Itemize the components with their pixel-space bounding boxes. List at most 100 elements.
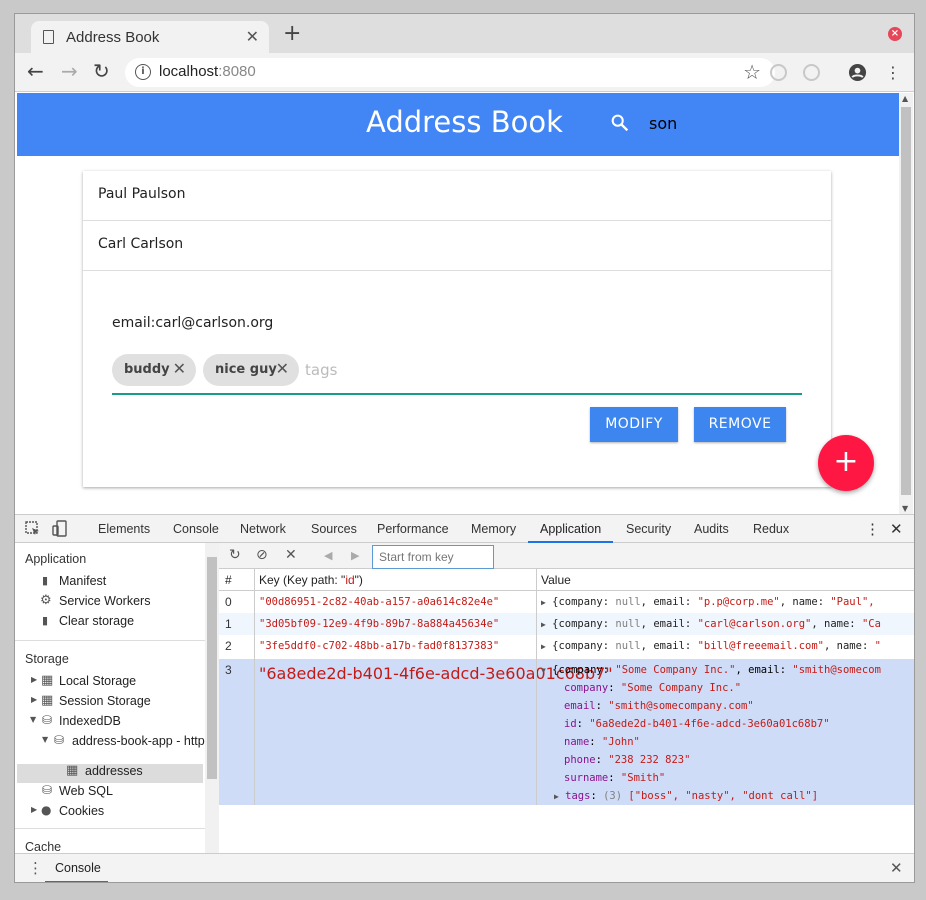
remove-tag-icon[interactable]: ✕ [173, 359, 186, 378]
tab-security[interactable]: Security [626, 522, 671, 536]
close-drawer-icon[interactable]: ✕ [890, 859, 903, 877]
scrollbar-thumb[interactable] [207, 557, 217, 779]
reload-icon[interactable]: ↻ [93, 59, 110, 83]
sidebar-item-indexeddb[interactable]: IndexedDB [59, 714, 121, 728]
app-bar: Address Book son [17, 93, 899, 156]
contact-item[interactable]: Carl Carlson [83, 221, 831, 271]
drawer-tab-console[interactable]: Console [55, 861, 101, 875]
table-row-selected[interactable]: 3 "6a8ede2d-b401-4f6e-adcd-3e60a01c68b7"… [219, 659, 914, 805]
contact-item[interactable]: Paul Paulson [83, 171, 831, 221]
sidebar-item-addresses[interactable]: addresses [85, 764, 143, 778]
table-row[interactable]: 1 "3d05bf09-12e9-4f9b-89b7-8a884a45634e"… [219, 613, 914, 635]
database-icon: ⛁ [54, 733, 65, 747]
sidebar-item-database[interactable]: address-book-app - http: [72, 734, 208, 748]
address-bar[interactable]: i localhost:8080 ☆ [125, 58, 775, 87]
tab-elements[interactable]: Elements [98, 522, 150, 536]
collapse-arrow-icon[interactable]: ▼ [42, 735, 48, 744]
sidebar-item-manifest[interactable]: Manifest [59, 574, 106, 588]
expand-arrow-icon[interactable]: ▶ [31, 695, 37, 704]
tab-sources[interactable]: Sources [311, 522, 357, 536]
tags-input[interactable]: tags [305, 361, 337, 379]
inspect-element-icon[interactable] [25, 521, 41, 537]
sidebar-item-clear-storage[interactable]: Clear storage [59, 614, 134, 628]
tag-chip-label: nice guy [215, 362, 277, 377]
start-from-key-input[interactable]: Start from key [372, 545, 494, 569]
devtools-menu-icon[interactable]: ⋮ [865, 520, 880, 538]
expand-arrow-icon[interactable]: ▶ [31, 805, 37, 814]
section-header: Cache [25, 840, 62, 853]
collapse-arrow-icon[interactable]: ▼ [30, 715, 36, 724]
window-close-button[interactable]: × [888, 27, 902, 41]
drawer-menu-icon[interactable]: ⋮ [28, 859, 43, 877]
tab-network[interactable]: Network [240, 522, 286, 536]
browser-window: Address Book ✕ + × ← → ↻ i localhost:808… [14, 13, 915, 883]
sidebar-item-web-sql[interactable]: Web SQL [59, 784, 113, 798]
sidebar-scrollbar[interactable] [205, 543, 219, 853]
scroll-up-icon[interactable]: ▲ [902, 94, 908, 103]
browser-toolbar: ← → ↻ i localhost:8080 ☆ ⋮ [15, 53, 914, 92]
divider [15, 828, 205, 829]
column-divider[interactable] [536, 569, 537, 805]
column-header-value: Value [541, 573, 571, 587]
tag-chip-label: buddy [124, 362, 170, 377]
indexeddb-viewer: ↻ ⊘ ✕ ◀ ▶ Start from key # Key (Key path… [219, 543, 914, 853]
sidebar-item-session-storage[interactable]: Session Storage [59, 694, 151, 708]
close-tab-icon[interactable]: ✕ [246, 27, 259, 46]
property-row: surname: "Smith" [564, 772, 666, 784]
sidebar-item-service-workers[interactable]: Service Workers [59, 594, 150, 608]
new-tab-button[interactable]: + [283, 23, 301, 45]
next-page-icon[interactable]: ▶ [351, 549, 359, 562]
menu-icon[interactable]: ⋮ [885, 61, 901, 85]
column-divider[interactable] [254, 569, 255, 805]
page-viewport: Address Book son Paul Paulson Carl Carls… [17, 93, 899, 514]
search-icon [611, 114, 629, 132]
property-row: id: "6a8ede2d-b401-4f6e-adcd-3e60a01c68b… [564, 718, 830, 730]
refresh-icon[interactable]: ↻ [229, 547, 241, 563]
sidebar-item-cookies[interactable]: Cookies [59, 804, 104, 818]
extension-icon[interactable] [770, 64, 787, 81]
page-scrollbar[interactable]: ▲ ▼ [899, 93, 913, 514]
browser-tab[interactable]: Address Book ✕ [31, 21, 269, 54]
tab-performance[interactable]: Performance [377, 522, 449, 536]
previous-page-icon[interactable]: ◀ [324, 549, 332, 562]
expanded-object-summary[interactable]: ▼ {company: "Some Company Inc.", email: … [541, 664, 881, 676]
delete-icon[interactable]: ✕ [285, 547, 297, 563]
profile-icon[interactable] [848, 63, 867, 82]
sidebar-item-local-storage[interactable]: Local Storage [59, 674, 136, 688]
property-row: email: "smith@somecompany.com" [564, 700, 754, 712]
app-title: Address Book [366, 105, 563, 139]
add-contact-button[interactable]: + [818, 435, 874, 491]
search-input[interactable]: son [649, 114, 677, 133]
grid-icon: ▦ [41, 693, 54, 708]
tab-redux[interactable]: Redux [753, 522, 789, 536]
table-row[interactable]: 2 "3fe5ddf0-c702-48bb-a17b-fad0f8137383"… [219, 635, 914, 657]
tag-chip[interactable]: buddy ✕ [112, 354, 196, 386]
page-icon [43, 30, 54, 44]
file-icon: ▮ [42, 574, 49, 587]
modify-button[interactable]: MODIFY [590, 407, 678, 442]
tab-audits[interactable]: Audits [694, 522, 729, 536]
section-header: Storage [25, 652, 69, 666]
tab-memory[interactable]: Memory [471, 522, 516, 536]
tag-chip[interactable]: nice guy ✕ [203, 354, 299, 386]
redux-extension-icon[interactable] [803, 64, 820, 81]
scroll-down-icon[interactable]: ▼ [902, 504, 908, 513]
database-icon: ⛁ [42, 713, 53, 727]
info-icon[interactable]: i [135, 64, 151, 80]
tab-application[interactable]: Application [540, 522, 601, 536]
trash-icon: ▮ [42, 614, 49, 627]
remove-tag-icon[interactable]: ✕ [276, 359, 289, 378]
remove-button[interactable]: REMOVE [694, 407, 786, 442]
close-devtools-icon[interactable]: ✕ [890, 520, 903, 538]
back-icon[interactable]: ← [27, 59, 44, 83]
expand-arrow-icon[interactable]: ▶ [31, 675, 37, 684]
device-toolbar-icon[interactable] [52, 520, 68, 538]
clear-icon[interactable]: ⊘ [256, 547, 268, 563]
forward-icon[interactable]: → [61, 59, 78, 83]
property-row: name: "John" [564, 736, 640, 748]
scrollbar-thumb[interactable] [901, 107, 911, 495]
property-row-tags[interactable]: ▶ tags: (3) ["boss", "nasty", "dont call… [554, 790, 818, 802]
tab-console[interactable]: Console [173, 522, 219, 536]
table-row[interactable]: 0 "00d86951-2c82-40ab-a157-a0a614c82e4e"… [219, 591, 914, 613]
bookmark-star-icon[interactable]: ☆ [743, 60, 761, 84]
